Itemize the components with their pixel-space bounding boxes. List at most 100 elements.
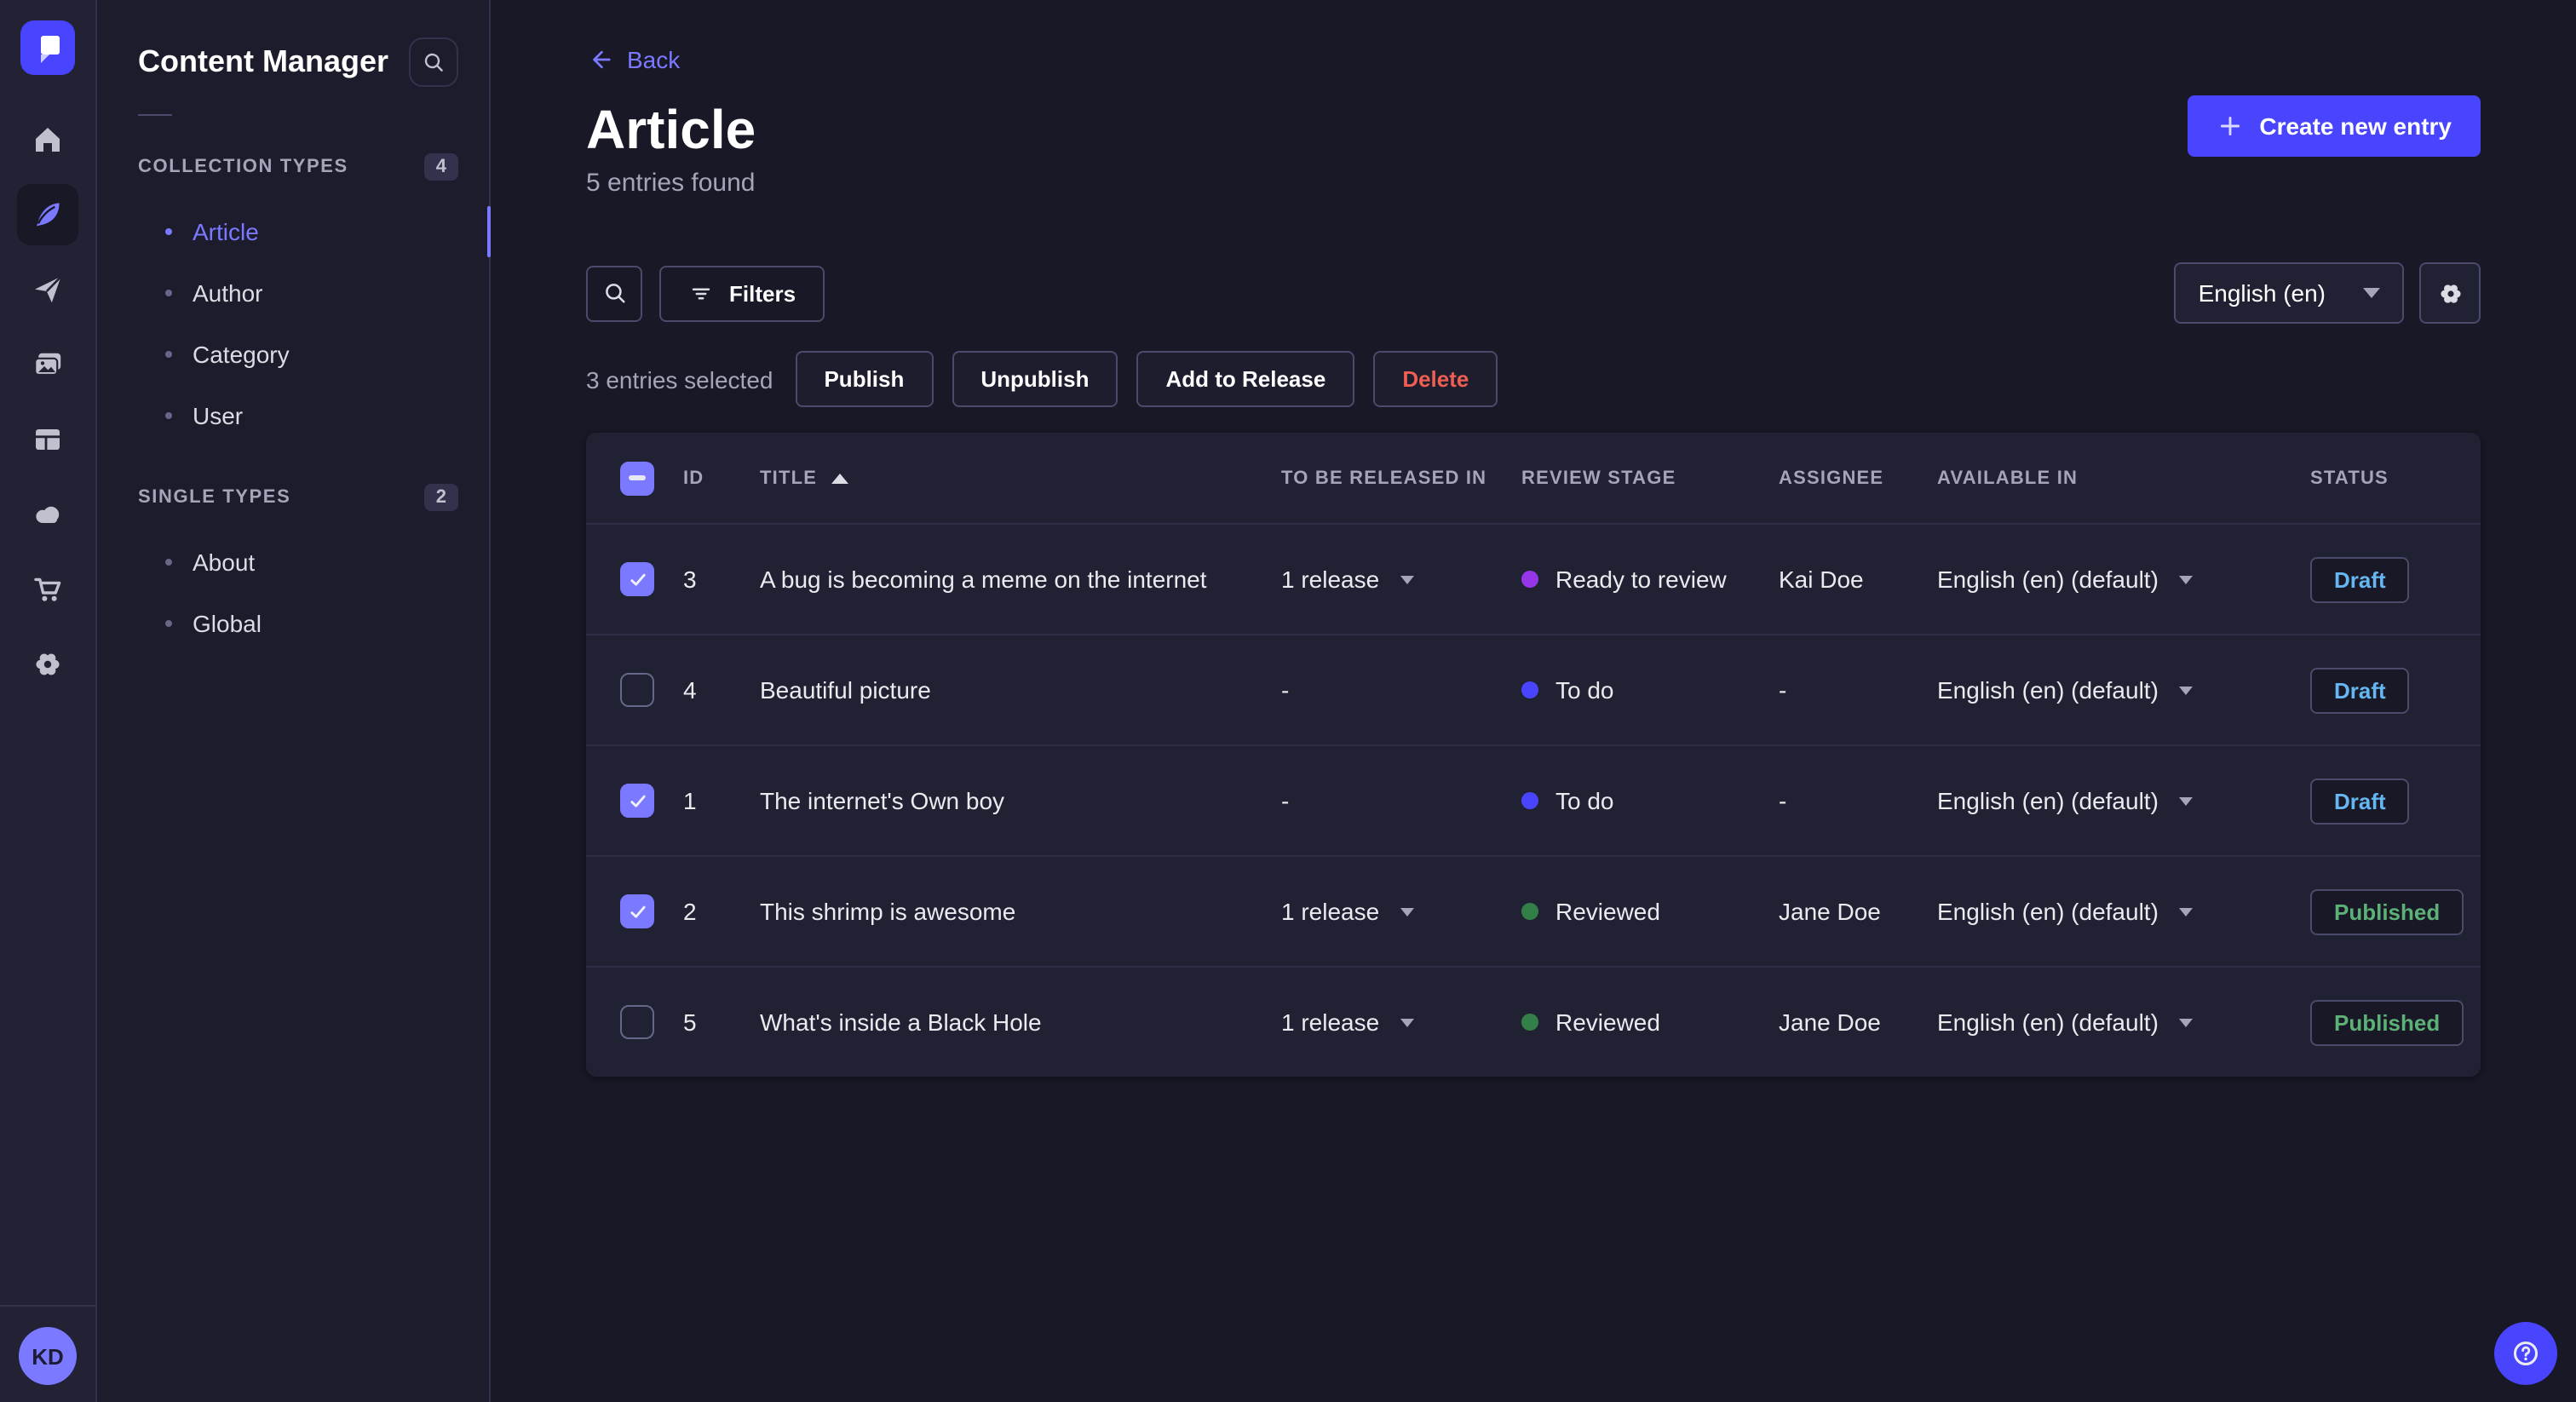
entry-id: 4 [683, 676, 697, 704]
user-avatar[interactable]: KD [19, 1327, 77, 1385]
nav-marketplace[interactable] [0, 552, 95, 627]
back-link[interactable]: Back [586, 46, 680, 73]
cart-icon [34, 577, 61, 601]
plus-icon [2221, 116, 2240, 136]
nav-settings[interactable] [0, 627, 95, 702]
chevron-down-icon [2178, 796, 2193, 805]
chevron-down-icon [1400, 575, 1414, 583]
entry-title: This shrimp is awesome [760, 898, 1016, 925]
entry-review-stage: Reviewed [1521, 1008, 1779, 1036]
column-header-assignee[interactable]: ASSIGNEE [1779, 468, 1937, 488]
row-checkbox[interactable] [620, 673, 654, 707]
entry-assignee: Jane Doe [1779, 898, 1881, 925]
feather-icon [37, 203, 60, 227]
table-row[interactable]: 4 Beautiful picture - To do - English (e… [586, 634, 2481, 744]
bullet-icon [165, 228, 172, 235]
publish-button[interactable]: Publish [795, 351, 934, 407]
entry-releases: - [1281, 787, 1290, 814]
list-settings-button[interactable] [2419, 262, 2481, 324]
stage-dot-icon [1521, 681, 1538, 698]
sidebar-item-global[interactable]: Global [97, 593, 489, 654]
main-content: Back Article 5 entries found Create new … [492, 0, 2576, 1402]
sort-ascending-icon [831, 473, 848, 483]
selection-count-text: 3 entries selected [586, 365, 773, 393]
column-header-available[interactable]: AVAILABLE IN [1937, 468, 2310, 488]
stage-dot-icon [1521, 792, 1538, 809]
chevron-down-icon [1400, 1018, 1414, 1026]
column-header-title[interactable]: TITLE [760, 468, 1281, 488]
entry-id: 2 [683, 898, 697, 925]
entry-title: A bug is becoming a meme on the internet [760, 566, 1207, 593]
entry-locales[interactable]: English (en) (default) [1937, 676, 2310, 704]
nav-deploy[interactable] [0, 477, 95, 552]
sidebar-item-article[interactable]: Article [97, 201, 491, 262]
row-checkbox[interactable] [620, 784, 654, 818]
status-badge: Published [2310, 999, 2464, 1045]
row-checkbox[interactable] [620, 562, 654, 596]
question-mark-icon [2513, 1341, 2539, 1366]
entry-locales[interactable]: English (en) (default) [1937, 898, 2310, 925]
nav-content-manager[interactable] [0, 177, 95, 252]
row-checkbox[interactable] [620, 1005, 654, 1039]
unpublish-button[interactable]: Unpublish [952, 351, 1118, 407]
filter-icon [692, 287, 710, 299]
help-button[interactable] [2494, 1322, 2557, 1385]
entry-review-stage: Ready to review [1521, 566, 1779, 593]
add-to-release-button[interactable]: Add to Release [1136, 351, 1355, 407]
content-manager-subnav: Content Manager COLLECTION TYPES 4 Artic… [97, 0, 491, 1402]
layout-icon [36, 429, 60, 450]
selection-actions: 3 entries selected Publish Unpublish Add… [586, 351, 2481, 407]
create-new-entry-button[interactable]: Create new entry [2188, 95, 2481, 157]
sidebar-item-category[interactable]: Category [97, 324, 489, 385]
sidebar-item-label: Global [193, 610, 262, 637]
column-header-review[interactable]: REVIEW STAGE [1521, 468, 1779, 488]
arrow-left-icon [593, 50, 611, 69]
strapi-logo[interactable] [20, 20, 75, 75]
entry-releases[interactable]: 1 release [1281, 566, 1521, 593]
chevron-down-icon [1400, 907, 1414, 916]
column-header-released[interactable]: TO BE RELEASED IN [1281, 468, 1521, 488]
search-button[interactable] [586, 265, 642, 321]
entry-assignee: - [1779, 787, 1787, 814]
row-checkbox[interactable] [620, 894, 654, 928]
subnav-search-button[interactable] [409, 37, 458, 87]
stage-dot-icon [1521, 1014, 1538, 1031]
sidebar-item-about[interactable]: About [97, 531, 489, 593]
table-row[interactable]: 5 What's inside a Black Hole 1 release R… [586, 966, 2481, 1077]
entry-assignee: Jane Doe [1779, 1008, 1881, 1036]
entry-releases[interactable]: 1 release [1281, 1008, 1521, 1036]
rail-divider [0, 1305, 95, 1307]
nav-releases[interactable] [0, 252, 95, 327]
search-icon [605, 284, 624, 303]
entry-assignee: Kai Doe [1779, 566, 1864, 593]
entry-locales[interactable]: English (en) (default) [1937, 566, 2310, 593]
nav-home[interactable] [0, 102, 95, 177]
paper-plane-icon [35, 275, 62, 303]
table-row[interactable]: 3 A bug is becoming a meme on the intern… [586, 523, 2481, 634]
entry-releases[interactable]: 1 release [1281, 898, 1521, 925]
table-row[interactable]: 2 This shrimp is awesome 1 release Revie… [586, 855, 2481, 966]
entry-review-stage: To do [1521, 787, 1779, 814]
section-label-single-types: SINGLE TYPES [138, 487, 291, 508]
sidebar-item-label: Article [193, 218, 259, 245]
stage-dot-icon [1521, 571, 1538, 588]
bullet-icon [165, 559, 172, 566]
sidebar-item-user[interactable]: User [97, 385, 489, 446]
entry-locales[interactable]: English (en) (default) [1937, 787, 2310, 814]
entry-locales[interactable]: English (en) (default) [1937, 1008, 2310, 1036]
nav-content-type-builder[interactable] [0, 402, 95, 477]
list-toolbar: Filters English (en) [586, 262, 2481, 324]
locale-select[interactable]: English (en) [2174, 262, 2404, 324]
filters-button[interactable]: Filters [659, 265, 825, 321]
stage-dot-icon [1521, 903, 1538, 920]
sidebar-item-author[interactable]: Author [97, 262, 489, 324]
table-row[interactable]: 1 The internet's Own boy - To do - Engli… [586, 744, 2481, 855]
select-all-checkbox[interactable] [620, 461, 654, 495]
column-header-id[interactable]: ID [683, 468, 760, 488]
nav-media-library[interactable] [0, 327, 95, 402]
column-header-status[interactable]: STATUS [2310, 468, 2447, 488]
delete-button[interactable]: Delete [1373, 351, 1498, 407]
entry-title: The internet's Own boy [760, 787, 1005, 814]
entry-title: Beautiful picture [760, 676, 931, 704]
sidebar-item-label: Author [193, 279, 263, 307]
